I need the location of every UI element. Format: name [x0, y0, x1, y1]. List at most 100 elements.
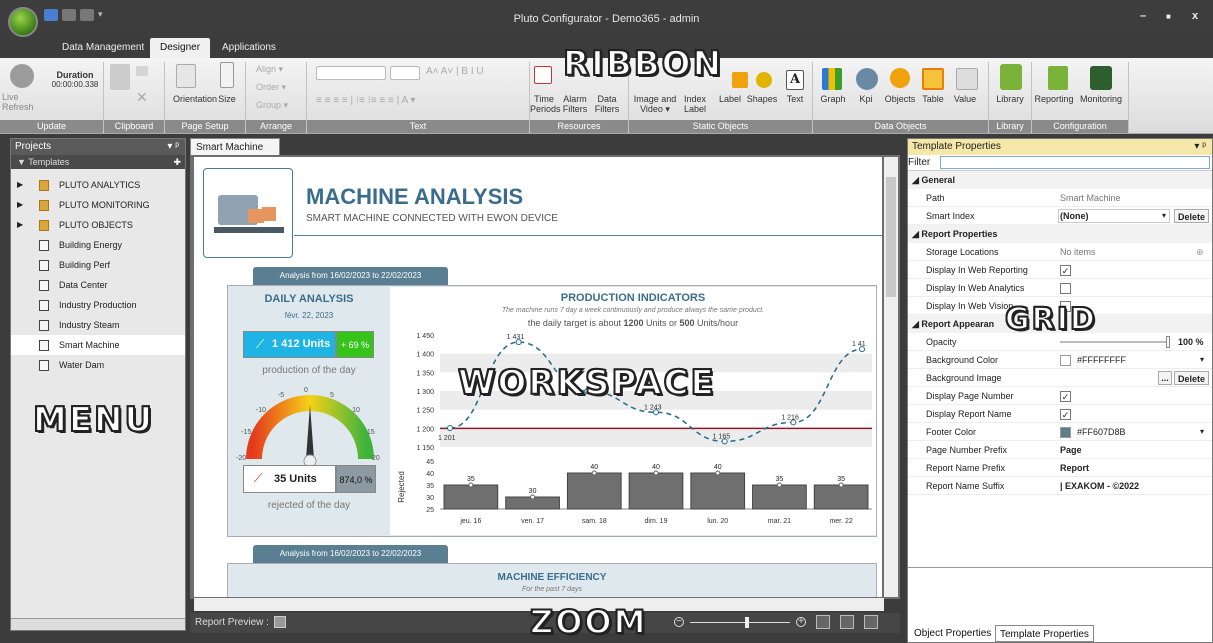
size-button[interactable]: Size: [214, 94, 240, 104]
y-tick-label: 45: [426, 459, 434, 466]
project-item[interactable]: Building Perf: [11, 255, 185, 275]
font-size-select[interactable]: [390, 66, 420, 80]
align-button[interactable]: Align ▾: [256, 64, 283, 74]
time-periods-button[interactable]: Time Periods: [530, 94, 561, 114]
templates-header[interactable]: ▼ Templates ✚: [11, 155, 185, 169]
color-swatch[interactable]: [1060, 427, 1071, 439]
property-row[interactable]: Storage Locations No items ⊕: [908, 243, 1212, 261]
tab-object-properties[interactable]: Object Properties: [910, 625, 995, 642]
pin-icon[interactable]: ▾ ᵖ: [167, 139, 179, 155]
reporting-button[interactable]: Reporting: [1032, 94, 1076, 104]
text-button[interactable]: Text: [782, 94, 808, 104]
property-row[interactable]: Background Image... Delete: [908, 369, 1212, 387]
property-checkbox[interactable]: [1060, 283, 1071, 295]
kpi-button[interactable]: Kpi: [852, 94, 880, 104]
project-item[interactable]: Building Energy: [11, 235, 185, 255]
tab-applications[interactable]: Applications: [212, 38, 286, 58]
project-item-label: Water Dam: [59, 360, 105, 370]
add-template-icon[interactable]: ✚: [173, 155, 181, 169]
expand-arrow-icon[interactable]: ▶: [17, 195, 23, 215]
minimize-button[interactable]: –: [1140, 10, 1146, 22]
maximize-button[interactable]: ■: [1166, 12, 1171, 21]
close-button[interactable]: x: [1192, 10, 1198, 22]
property-row[interactable]: Path Smart Machine: [908, 189, 1212, 207]
tab-smart-machine[interactable]: Smart Machine ✕: [190, 138, 280, 170]
group-button[interactable]: Group ▾: [256, 100, 288, 110]
live-refresh-button[interactable]: Live Refresh: [2, 92, 42, 112]
collapse-icon[interactable]: ◢: [912, 175, 921, 185]
tab-template-properties[interactable]: Template Properties: [995, 625, 1094, 642]
data-filters-button[interactable]: Data Filters: [592, 94, 622, 114]
monitoring-button[interactable]: Monitoring: [1076, 94, 1126, 104]
font-family-select[interactable]: [316, 66, 386, 80]
add-icon[interactable]: ⊕: [1196, 243, 1204, 261]
property-row[interactable]: Page Number Prefix Page: [908, 441, 1212, 459]
property-category[interactable]: ◢ Report Properties: [908, 225, 1212, 243]
delete-button[interactable]: Delete: [1173, 209, 1209, 223]
zoom-slider[interactable]: [690, 622, 790, 623]
report-preview-icon[interactable]: [274, 616, 286, 628]
zoom-page-icon[interactable]: [840, 615, 854, 629]
zoom-out-icon[interactable]: −: [674, 617, 684, 627]
project-item[interactable]: Smart Machine: [11, 335, 185, 355]
property-checkbox[interactable]: ✓: [1060, 265, 1071, 277]
property-row[interactable]: Background Color #FFFFFFFF ▾: [908, 351, 1212, 369]
alarm-filters-button[interactable]: Alarm Filters: [560, 94, 590, 114]
zoom-fit-icon[interactable]: [816, 615, 830, 629]
project-item[interactable]: Industry Production: [11, 295, 185, 315]
delete-button[interactable]: Delete: [1173, 371, 1209, 385]
orientation-button[interactable]: Orientation: [173, 94, 217, 104]
graph-button[interactable]: Graph: [818, 94, 848, 104]
pin-icon[interactable]: ▾ ᵖ: [1194, 139, 1206, 155]
order-button[interactable]: Order ▾: [256, 82, 286, 92]
table-button[interactable]: Table: [918, 94, 948, 104]
index-label-button[interactable]: Index Label: [680, 94, 710, 114]
property-checkbox[interactable]: ✓: [1060, 391, 1071, 403]
property-row[interactable]: Display In Web Analytics: [908, 279, 1212, 297]
dropdown-arrow-icon[interactable]: ▾: [1200, 423, 1204, 441]
collapse-icon[interactable]: ◢: [912, 229, 921, 239]
collapse-icon[interactable]: ◢: [912, 319, 921, 329]
property-checkbox[interactable]: ✓: [1060, 409, 1071, 421]
property-row[interactable]: Display Page Number ✓: [908, 387, 1212, 405]
dropdown-arrow-icon[interactable]: ▾: [1200, 351, 1204, 369]
property-row[interactable]: Report Name Suffix | EXAKOM - ©2022: [908, 477, 1212, 495]
project-item[interactable]: Data Center: [11, 275, 185, 295]
property-row[interactable]: Report Name Prefix Report: [908, 459, 1212, 477]
library-button[interactable]: Library: [990, 94, 1030, 104]
project-item[interactable]: ▶ PLUTO OBJECTS: [11, 215, 185, 235]
shapes-button[interactable]: Shapes: [744, 94, 780, 104]
label-button[interactable]: Label: [716, 94, 744, 104]
property-category[interactable]: ◢ General: [908, 171, 1212, 189]
property-row[interactable]: Display In Web Reporting ✓: [908, 261, 1212, 279]
property-value: 100 %: [1178, 337, 1204, 347]
opacity-slider-thumb[interactable]: [1166, 336, 1170, 348]
property-row[interactable]: Smart Index (None) ▾ Delete: [908, 207, 1212, 225]
opacity-slider[interactable]: [1060, 341, 1170, 343]
print-icon[interactable]: [864, 615, 878, 629]
tab-data-management[interactable]: Data Management: [52, 38, 154, 58]
vertical-scrollbar[interactable]: [884, 157, 898, 597]
delete-icon[interactable]: ✕: [136, 90, 148, 104]
paragraph-format-icons[interactable]: ≡ ≡ ≡ ≡ | ⁝≡ ⁝≡ ≡ ≡ | A ▾: [316, 96, 415, 106]
image-video-button[interactable]: Image and Video ▾: [632, 94, 678, 114]
value-button[interactable]: Value: [950, 94, 980, 104]
color-swatch[interactable]: [1060, 355, 1071, 367]
zoom-in-icon[interactable]: +: [796, 617, 806, 627]
browse-button[interactable]: ...: [1158, 371, 1172, 385]
zoom-slider-thumb[interactable]: [745, 617, 749, 628]
tab-designer[interactable]: Designer: [150, 38, 211, 58]
objects-button[interactable]: Objects: [882, 94, 918, 104]
font-format-icons[interactable]: A˄ A˅ | B I U: [426, 67, 484, 77]
expand-arrow-icon[interactable]: ▶: [17, 215, 23, 235]
project-item[interactable]: ▶ PLUTO MONITORING: [11, 195, 185, 215]
project-item[interactable]: Industry Steam: [11, 315, 185, 335]
project-item[interactable]: ▶ PLUTO ANALYTICS: [11, 175, 185, 195]
property-row[interactable]: Footer Color #FF607D8B ▾: [908, 423, 1212, 441]
property-row[interactable]: Display Report Name ✓: [908, 405, 1212, 423]
left-hscroll[interactable]: [11, 618, 185, 630]
expand-arrow-icon[interactable]: ▶: [17, 175, 23, 195]
dropdown-arrow-icon[interactable]: ▾: [1162, 207, 1166, 225]
project-item[interactable]: Water Dam: [11, 355, 185, 375]
filter-input[interactable]: [940, 156, 1210, 169]
